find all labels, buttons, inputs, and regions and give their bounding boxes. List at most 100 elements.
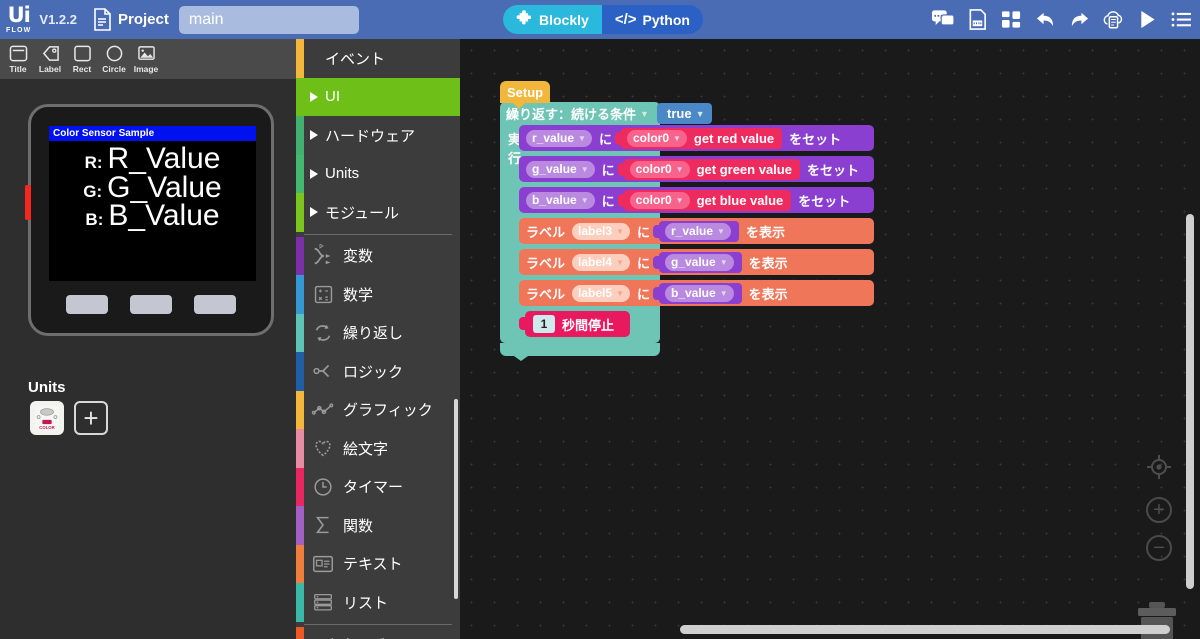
screen-row-key: B: bbox=[85, 210, 104, 229]
variable-value-block[interactable]: b_value ▼ bbox=[653, 282, 742, 304]
label-target-dropdown[interactable]: label3 ▼ bbox=[572, 222, 630, 240]
toolbox-category-14[interactable]: テキスト bbox=[296, 544, 460, 583]
wait-seconds-block[interactable]: 1 秒間停止 bbox=[519, 311, 631, 337]
toolbox-category-2[interactable]: UI bbox=[296, 77, 460, 116]
app-header: Ui FLOW V1.2.2 Project main Blockly </> … bbox=[0, 0, 1200, 39]
toolbox-category-8[interactable]: 繰り返し bbox=[296, 313, 460, 352]
show-label-block[interactable]: ラベル label3 ▼ に r_value ▼ を表示 bbox=[519, 218, 874, 244]
set-to-particle: に bbox=[598, 131, 612, 147]
function-sigma-icon bbox=[310, 512, 336, 538]
show-label-block[interactable]: ラベル label4 ▼ に g_value ▼ を表示 bbox=[519, 249, 874, 275]
widget-circle[interactable]: Circle bbox=[98, 40, 130, 78]
screen-row: R: R_Value bbox=[49, 144, 256, 174]
logo-mark: Ui FLOW bbox=[6, 5, 31, 35]
variable-dropdown[interactable]: r_value ▼ bbox=[526, 129, 592, 147]
image-icon bbox=[136, 45, 156, 63]
toolbox-scrollbar[interactable] bbox=[454, 399, 458, 599]
sensor-dropdown[interactable]: color0 ▼ bbox=[626, 129, 687, 147]
toolbox-category-7[interactable]: 数学 bbox=[296, 275, 460, 314]
run-icon[interactable] bbox=[1136, 9, 1158, 31]
toolbox-category-1[interactable]: イベント bbox=[296, 39, 460, 78]
set-variable-block[interactable]: r_value ▼ に color0 ▼ get red value をセット bbox=[519, 125, 874, 151]
label-target-dropdown[interactable]: label5 ▼ bbox=[572, 284, 630, 302]
chevron-down-icon[interactable]: ▼ bbox=[640, 109, 649, 119]
while-loop-block[interactable]: 繰り返す：続ける条件 ▼ true ▼ 実行 r_value ▼ に color… bbox=[500, 102, 874, 361]
puzzle-icon bbox=[516, 9, 533, 30]
sensor-dropdown[interactable]: color0 ▼ bbox=[629, 191, 690, 209]
toolbox-category-6[interactable]: 変数 bbox=[296, 236, 460, 275]
widget-title-label: Title bbox=[9, 63, 27, 74]
chat-icon[interactable] bbox=[932, 9, 954, 31]
value-notch bbox=[653, 286, 660, 300]
variable-dropdown[interactable]: r_value ▼ bbox=[665, 222, 731, 240]
blockly-workspace[interactable]: Setup 繰り返す：続ける条件 ▼ true ▼ 実行 r_value ▼ に… bbox=[460, 39, 1200, 639]
get-value-block[interactable]: color0 ▼ get red value bbox=[614, 127, 783, 149]
category-label: 関数 bbox=[343, 517, 374, 535]
category-label: リスト bbox=[343, 594, 389, 612]
color-unit-icon[interactable]: COLOR bbox=[30, 401, 64, 435]
variable-value-block[interactable]: r_value ▼ bbox=[653, 220, 739, 242]
tab-blockly[interactable]: Blockly bbox=[503, 5, 602, 34]
label-target-name: label5 bbox=[578, 286, 613, 300]
setup-hat-block[interactable]: Setup bbox=[500, 81, 550, 109]
redo-icon[interactable] bbox=[1068, 9, 1090, 31]
zoom-out-button[interactable]: − bbox=[1146, 535, 1172, 561]
toolbox-category-3[interactable]: ハードウェア bbox=[296, 116, 460, 155]
toolbox-category-13[interactable]: 関数 bbox=[296, 506, 460, 545]
loop-do-label: 実行 bbox=[508, 132, 522, 166]
toolbox-category-10[interactable]: グラフィック bbox=[296, 390, 460, 429]
cloud-icon[interactable] bbox=[1102, 9, 1124, 31]
variables-icon bbox=[310, 243, 336, 269]
set-variable-block[interactable]: g_value ▼ に color0 ▼ get green value をセッ… bbox=[519, 156, 874, 182]
blockly-toolbox: イベント UI ハードウェア Units モジュール変数 数学 繰り返し ロジックグラフィック… bbox=[296, 39, 460, 639]
set-suffix: をセット bbox=[789, 131, 842, 147]
file-icon[interactable] bbox=[966, 9, 988, 31]
category-color-strip bbox=[296, 429, 304, 468]
device-button-a[interactable] bbox=[66, 295, 108, 314]
toolbox-category-11[interactable]: 絵文字 bbox=[296, 429, 460, 468]
chevron-down-icon[interactable]: ▼ bbox=[696, 109, 705, 119]
workspace-horizontal-scrollbar[interactable] bbox=[680, 625, 1170, 634]
title-icon bbox=[8, 45, 28, 63]
toolbox-category-9[interactable]: ロジック bbox=[296, 352, 460, 391]
widget-title[interactable]: Title bbox=[2, 40, 34, 78]
variable-dropdown[interactable]: g_value ▼ bbox=[665, 253, 734, 271]
device-button-b[interactable] bbox=[130, 295, 172, 314]
get-value-block[interactable]: color0 ▼ get blue value bbox=[617, 189, 792, 211]
wait-duration-input[interactable]: 1 bbox=[533, 315, 556, 333]
setup-hat-label: Setup bbox=[507, 84, 544, 100]
graphic-icon bbox=[310, 397, 336, 423]
variable-dropdown[interactable]: b_value ▼ bbox=[526, 191, 595, 209]
widget-rect[interactable]: Rect bbox=[66, 40, 98, 78]
tab-python[interactable]: </> Python bbox=[602, 5, 703, 34]
toolbox-category-16[interactable]: 高度なブロック bbox=[296, 626, 460, 639]
label-target-dropdown[interactable]: label4 ▼ bbox=[572, 253, 630, 271]
workspace-vertical-scrollbar[interactable] bbox=[1186, 214, 1194, 589]
device-button-c[interactable] bbox=[194, 295, 236, 314]
zoom-in-button[interactable]: + bbox=[1146, 497, 1172, 523]
category-label: グラフィック bbox=[343, 402, 433, 420]
toolbox-category-15[interactable]: リスト bbox=[296, 583, 460, 622]
toolbox-category-12[interactable]: タイマー bbox=[296, 467, 460, 506]
code-icon: </> bbox=[614, 11, 637, 28]
widget-label[interactable]: Label bbox=[34, 40, 66, 78]
layout-icon[interactable] bbox=[1000, 9, 1022, 31]
category-label: モジュール bbox=[325, 204, 399, 222]
variable-value-block[interactable]: g_value ▼ bbox=[653, 251, 742, 273]
toolbox-category-5[interactable]: モジュール bbox=[296, 193, 460, 232]
toolbox-category-4[interactable]: Units bbox=[296, 154, 460, 193]
menu-icon[interactable] bbox=[1170, 9, 1192, 31]
add-unit-button[interactable]: + bbox=[74, 401, 108, 435]
center-target-icon[interactable] bbox=[1146, 454, 1172, 485]
variable-dropdown[interactable]: b_value ▼ bbox=[665, 284, 734, 302]
get-value-block[interactable]: color0 ▼ get green value bbox=[617, 158, 800, 180]
show-label-block[interactable]: ラベル label5 ▼ に b_value ▼ を表示 bbox=[519, 280, 874, 306]
undo-icon[interactable] bbox=[1034, 9, 1056, 31]
variable-dropdown[interactable]: g_value ▼ bbox=[526, 160, 595, 178]
widget-image[interactable]: Image bbox=[130, 40, 162, 78]
project-name-input[interactable] bbox=[178, 5, 359, 34]
sensor-dropdown[interactable]: color0 ▼ bbox=[629, 160, 690, 178]
toolbox-divider bbox=[304, 623, 452, 625]
boolean-true-block[interactable]: true ▼ bbox=[657, 103, 713, 124]
set-variable-block[interactable]: b_value ▼ に color0 ▼ get blue value をセット bbox=[519, 187, 874, 213]
